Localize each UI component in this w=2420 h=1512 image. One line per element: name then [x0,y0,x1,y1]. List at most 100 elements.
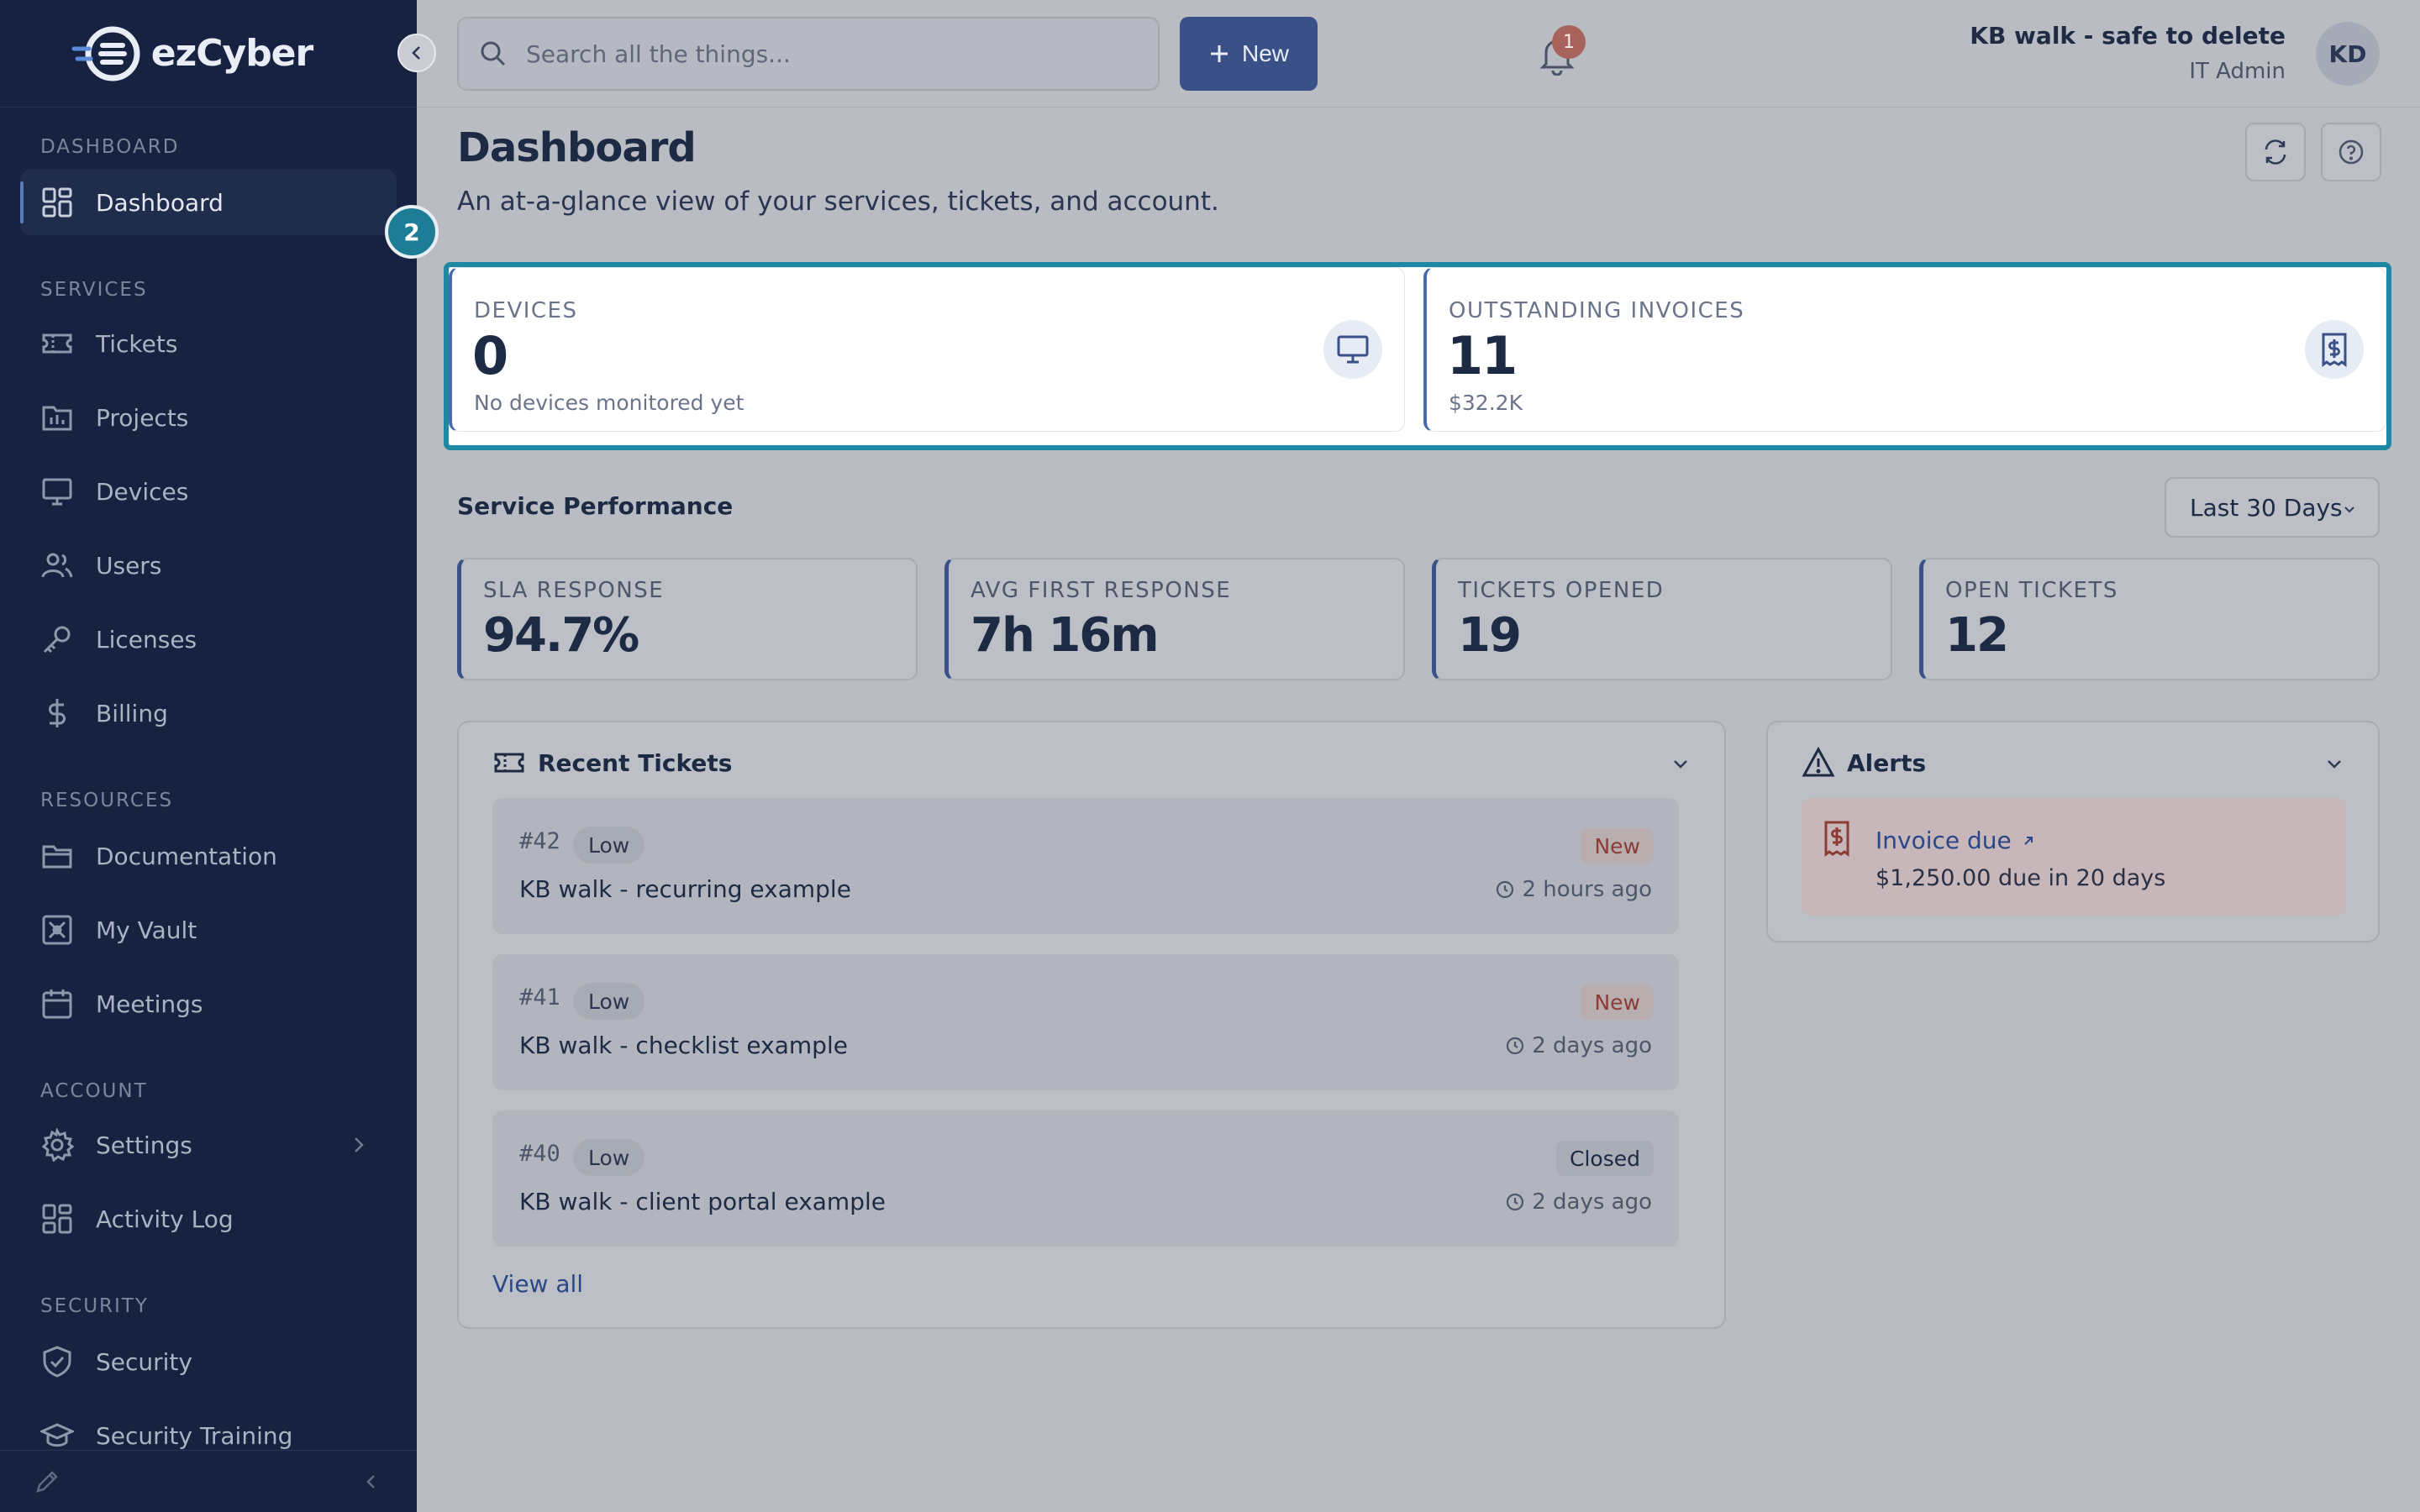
ticket-title: KB walk - recurring example [519,875,851,903]
service-performance-title: Service Performance [457,492,734,520]
nav-section-security: SECURITY [40,1295,149,1317]
external-link-icon [2024,836,2033,845]
alert-title-text: Invoice due [1876,827,2012,854]
vault-icon [42,915,72,945]
sidebar-item-label: Licenses [96,625,197,654]
sidebar-item-label: Activity Log [96,1205,234,1233]
tour-highlight-frame: DEVICES 0 No devices monitored yet OUTST… [444,262,2391,450]
kpi-icon-wrap [2305,320,2364,379]
sidebar-item-documentation[interactable]: Documentation [20,823,397,889]
collapse-sidebar-icon[interactable] [360,1470,383,1494]
alert-detail: $1,250.00 due in 20 days [1876,865,2166,891]
search-box[interactable] [457,17,1160,91]
sidebar: ezCyber DASHBOARD Dashboard SERVICES Tic… [0,0,417,1512]
kpi-icon-wrap [1323,320,1382,379]
sidebar-item-tickets[interactable]: Tickets [20,311,397,376]
gear-icon [41,1128,74,1162]
folder-icon [42,845,72,869]
recent-tickets-header: Recent Tickets [492,746,732,780]
alert-title-link[interactable]: Invoice due [1876,827,2037,854]
sidebar-footer [0,1450,417,1512]
metric-label: OPEN TICKETS [1945,578,2118,603]
help-icon [2338,139,2364,165]
sidebar-item-security[interactable]: Security [20,1329,397,1394]
refresh-icon [2265,139,2286,165]
sidebar-item-label: Billing [96,699,168,727]
kpi-card-devices[interactable]: DEVICES 0 No devices monitored yet [449,267,1405,432]
ticket-priority-badge: Low [573,983,645,1020]
projects-icon [42,406,72,431]
clock-icon [1507,1193,1524,1211]
chevron-down-icon[interactable] [2323,753,2346,776]
chevron-down-icon [2344,507,2354,513]
user-role: IT Admin [2189,59,2286,84]
kpi-label: OUTSTANDING INVOICES [1449,298,1745,323]
sidebar-item-my-vault[interactable]: My Vault [20,897,397,963]
monitor-icon [1337,335,1369,364]
sidebar-item-activity-log[interactable]: Activity Log [20,1186,397,1252]
warning-icon [1802,746,1835,777]
edit-icon[interactable] [34,1468,60,1495]
dashboard-icon [42,187,72,218]
alerts-header: Alerts [1802,746,1926,780]
alerts-title: Alerts [1847,748,1927,777]
sidebar-item-label: Dashboard [96,188,224,217]
search-input[interactable] [526,39,1148,68]
nav-section-services: SERVICES [40,279,148,301]
shield-icon [43,1346,71,1378]
sidebar-item-label: Security [96,1347,192,1376]
calendar-icon [42,990,72,1019]
sidebar-item-licenses[interactable]: Licenses [20,606,397,672]
recent-tickets-title: Recent Tickets [538,748,733,777]
sidebar-item-billing[interactable]: Billing [20,680,397,746]
kpi-card-outstanding-invoices[interactable]: OUTSTANDING INVOICES 11 $32.2K [1423,267,2386,432]
tour-step-badge: 2 [385,205,439,259]
metric-card-tickets-opened: TICKETS OPENED 19 [1432,558,1892,680]
brand-logo-text: ezCyber [150,32,313,75]
sidebar-item-devices[interactable]: Devices [20,459,397,524]
metric-value: 12 [1945,608,2009,663]
graduation-cap-icon [40,1423,74,1447]
sidebar-item-settings[interactable]: Settings [20,1112,397,1178]
sidebar-toggle-button[interactable] [397,34,436,72]
ticket-priority-badge: Low [573,1139,645,1176]
ticket-number: #42 [519,828,560,854]
ticket-status-badge: Closed [1556,1141,1654,1176]
brand-logo[interactable]: ezCyber [71,24,313,84]
alerts-panel: Alerts Invoice due $1,250.00 due in 20 d… [1766,721,2380,942]
kpi-label: DEVICES [474,298,578,323]
view-all-tickets-link[interactable]: View all [492,1270,583,1298]
refresh-button[interactable] [2245,123,2306,181]
logo-row: ezCyber [0,0,417,108]
nav-section-account: ACCOUNT [40,1080,148,1102]
chevron-left-icon [412,46,420,60]
ticket-row[interactable]: #42 Low KB walk - recurring example New … [492,798,1679,934]
dollar-icon [49,699,66,727]
recent-tickets-panel: Recent Tickets #42 Low KB walk - recurri… [457,721,1726,1329]
ticket-time: 2 days ago [1505,1189,1652,1215]
kpi-note: No devices monitored yet [474,391,744,415]
ticket-title: KB walk - checklist example [519,1032,848,1059]
ticket-time-label: 2 days ago [1532,1033,1652,1058]
avatar[interactable]: KD [2316,22,2380,86]
new-button[interactable]: New [1180,17,1318,91]
user-name[interactable]: KB walk - safe to delete [1970,22,2286,50]
sidebar-item-meetings[interactable]: Meetings [20,971,397,1037]
date-range-select[interactable]: Last 30 Days [2165,477,2380,538]
help-button[interactable] [2321,123,2381,181]
page-subtitle: An at-a-glance view of your services, ti… [457,186,1219,217]
ticket-icon [494,753,524,773]
sidebar-item-users[interactable]: Users [20,533,397,598]
chevron-down-icon[interactable] [1669,753,1692,776]
ticket-time-label: 2 hours ago [1522,877,1652,902]
sidebar-item-projects[interactable]: Projects [20,385,397,450]
ticket-row[interactable]: #41 Low KB walk - checklist example New … [492,954,1679,1090]
date-range-value: Last 30 Days [2190,493,2343,522]
sidebar-item-dashboard[interactable]: Dashboard [20,170,397,235]
ticket-time: 2 hours ago [1495,877,1652,902]
search-icon [481,41,506,66]
kpi-value: 0 [472,325,508,386]
metric-value: 19 [1458,608,1522,663]
alert-item[interactable]: Invoice due $1,250.00 due in 20 days [1802,798,2346,916]
ticket-row[interactable]: #40 Low KB walk - client portal example … [492,1110,1679,1247]
